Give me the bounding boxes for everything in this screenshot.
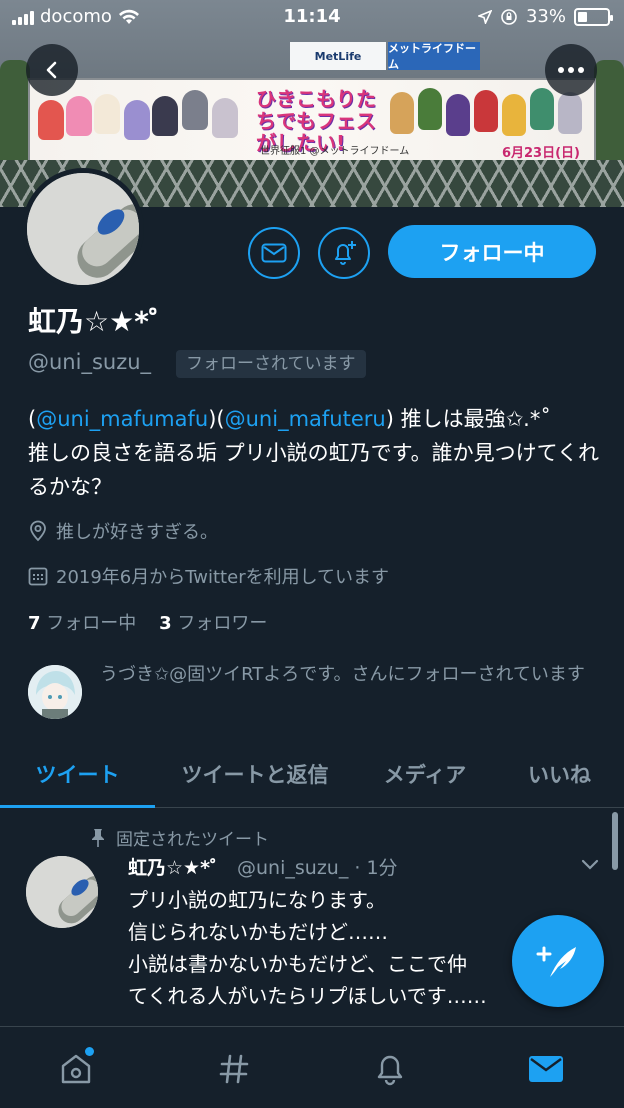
notifications-bell-icon <box>377 1055 403 1086</box>
profile-location: 推しが好きすぎる。 <box>28 518 218 544</box>
compose-feather-icon <box>536 946 576 977</box>
tab-likes[interactable]: いいね <box>495 740 624 808</box>
tab-tweets[interactable]: ツイート <box>0 740 155 808</box>
tab-tweets-replies[interactable]: ツイートと返信 <box>155 740 355 808</box>
status-bar: docomo 11:14 33% <box>0 0 624 34</box>
more-button[interactable] <box>545 44 597 96</box>
following-label: フォロー中 <box>46 613 137 634</box>
pinned-label-text: 固定されたツイート <box>116 830 269 850</box>
bottom-nav <box>0 1026 624 1108</box>
billboard-characters-left <box>34 86 244 156</box>
bell-plus-icon <box>335 241 356 265</box>
banner-billboard: ひきこもりたちでもフェスがしたい! 世界征服1 @メットライフドーム 6月23日… <box>28 78 596 168</box>
nav-home[interactable] <box>56 1047 96 1089</box>
bio-text: 推しの良さを語る垢 プリ小説の虹乃です。誰か見つけてくれるかな？ <box>28 441 599 499</box>
tweet-avatar[interactable] <box>26 856 98 928</box>
tab-media[interactable]: メディア <box>355 740 495 808</box>
tweet-header: 虹乃☆★*゜ @uni_suzu_ · 1分 <box>128 853 398 880</box>
active-tab-indicator <box>0 805 155 808</box>
notification-dot <box>85 1047 94 1056</box>
billboard-characters-right <box>390 88 590 148</box>
profile-tabs: ツイート ツイートと返信 メディア いいね <box>0 740 624 808</box>
profile-joined: 2019年6月からTwitterを利用しています <box>28 563 389 589</box>
chevron-left-icon <box>46 61 57 79</box>
nav-notifications[interactable] <box>370 1049 410 1089</box>
bio-mention-link[interactable]: @uni_mafumafu <box>36 407 208 431</box>
bio-mention-link[interactable]: @uni_mafuteru <box>225 407 386 431</box>
pin-icon <box>92 828 104 847</box>
profile-name: 虹乃☆★*゜ <box>28 305 177 338</box>
banner-sign-metlife: MetLife <box>290 42 386 70</box>
tweet-author-name[interactable]: 虹乃☆★*゜ <box>128 853 229 880</box>
message-button[interactable] <box>248 227 300 279</box>
pinned-tweet-label: 固定されたツイート <box>90 825 269 850</box>
profile-bio: (@uni_mafumafu)(@uni_mafuteru) 推しは最強✩.*˚… <box>28 407 599 499</box>
following-button[interactable]: フォロー中 <box>388 225 596 278</box>
calendar-icon <box>28 567 48 586</box>
following-count: 7 <box>28 613 41 634</box>
following-count-link[interactable]: 7 フォロー中 <box>28 613 136 634</box>
followers-count-link[interactable]: 3 フォロワー <box>159 613 267 634</box>
orientation-lock-icon <box>501 8 517 25</box>
profile-avatar[interactable] <box>22 168 144 290</box>
compose-tweet-button[interactable] <box>512 915 604 1007</box>
billboard-subtitle: 世界征服1 @メットライフドーム <box>260 146 410 157</box>
avatar-photo <box>26 856 98 928</box>
battery-icon <box>574 7 613 26</box>
follow-counts: 7 フォロー中 3 フォロワー <box>28 609 267 635</box>
follower-avatar <box>28 665 82 719</box>
followed-by-row[interactable]: うづき✩@固ツイRTよろです。さんにフォローされています <box>28 659 608 723</box>
tweet-text: プリ小説の虹乃になります。 信じられないかもだけど…… 小説は書かないかもだけど… <box>128 888 487 1008</box>
more-icon <box>558 67 584 73</box>
follower-avatar-art <box>28 665 82 719</box>
messages-envelope-icon <box>529 1056 563 1082</box>
explore-hash-icon <box>219 1054 249 1084</box>
follows-you-badge: フォローされています <box>176 350 366 378</box>
status-right: 33% <box>477 6 613 27</box>
scrollbar[interactable] <box>612 812 618 870</box>
location-pin-icon <box>30 520 46 542</box>
billboard-date: 6月23日(日) <box>501 146 580 161</box>
location-text: 推しが好きすぎる。 <box>56 522 218 543</box>
nav-messages[interactable] <box>526 1049 566 1089</box>
back-button[interactable] <box>26 44 78 96</box>
nav-explore[interactable] <box>214 1049 254 1089</box>
followers-count: 3 <box>159 613 172 634</box>
banner-sign-dome: メットライフドーム <box>388 42 480 71</box>
followers-label: フォロワー <box>177 613 268 634</box>
chevron-down-icon[interactable] <box>580 858 600 872</box>
mail-icon <box>261 243 287 263</box>
location-arrow-icon <box>477 9 492 24</box>
tweet-handle-time: @uni_suzu_ · 1分 <box>237 857 398 879</box>
joined-text: 2019年6月からTwitterを利用しています <box>56 567 390 588</box>
bio-text: 推しは最強✩.*˚ <box>393 407 551 431</box>
battery-percent: 33% <box>525 6 566 27</box>
avatar-photo <box>27 173 139 285</box>
profile-handle: @uni_suzu_ <box>28 350 152 374</box>
followed-by-text: うづき✩@固ツイRTよろです。さんにフォローされています <box>100 664 585 685</box>
notifications-button[interactable] <box>318 227 370 279</box>
home-icon <box>61 1054 91 1084</box>
